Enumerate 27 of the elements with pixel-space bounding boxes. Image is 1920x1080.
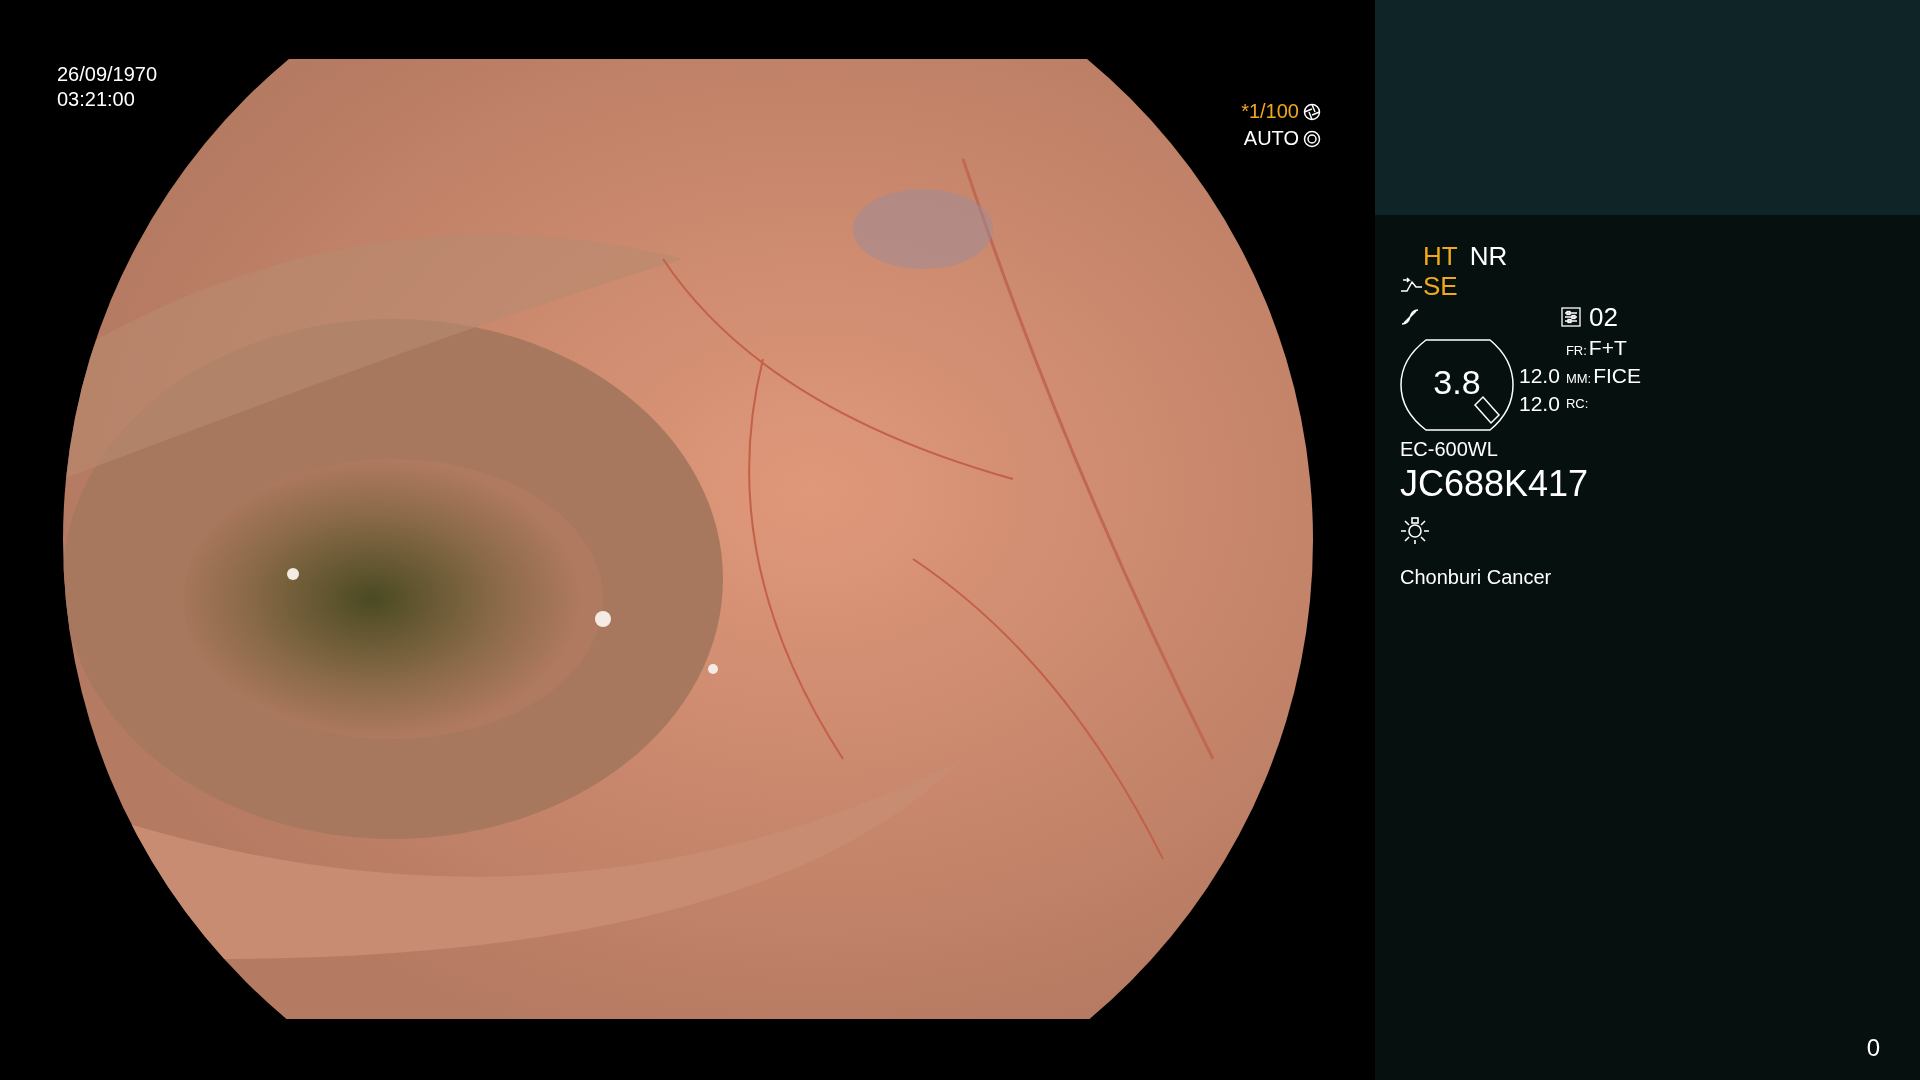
aperture-icon: [1303, 102, 1321, 121]
mode-key: FR:: [1565, 338, 1587, 363]
mode-key: MM:: [1565, 366, 1592, 391]
light-icon: [1400, 515, 1430, 545]
indicator-label: NR: [1469, 241, 1508, 271]
institution-name: Chonburi Cancer: [1400, 565, 1553, 589]
settings-icon: [1561, 307, 1581, 327]
preset-number: 02: [1589, 300, 1618, 334]
enhancement-icon: [1400, 277, 1423, 295]
iris-mode: AUTO: [1243, 126, 1299, 151]
curve-icon: [1400, 307, 1420, 327]
aperture-icon: [1303, 129, 1321, 148]
mode-value: F+T: [1588, 335, 1627, 360]
mode-value: FICE: [1593, 363, 1641, 388]
zoom-readout: 12.0: [1519, 363, 1560, 389]
scope-serial: JC688K417: [1400, 463, 1590, 505]
time-text: 03:21:00: [57, 87, 136, 112]
image-counter: 0: [1866, 1033, 1880, 1063]
zoom-value: 3.8: [1433, 361, 1481, 403]
zoom-readout: 12.0: [1519, 391, 1560, 416]
scope-model: EC-600WL: [1400, 437, 1499, 461]
mode-key: RC:: [1565, 391, 1589, 416]
indicator-label: HT: [1423, 241, 1458, 271]
zoom-gauge-icon: [1400, 339, 1514, 431]
shutter-speed: *1/100: [1241, 99, 1299, 124]
enhancement-label: SE: [1423, 271, 1458, 301]
date-text: 26/09/1970: [57, 62, 158, 87]
